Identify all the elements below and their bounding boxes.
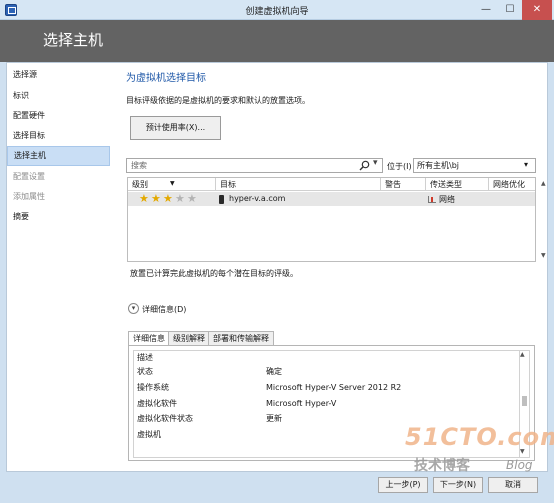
nav-item-add-properties: 添加属性: [13, 192, 45, 201]
detail-label-virtual-machines: 虚拟机: [137, 430, 161, 439]
collapse-chevron-icon[interactable]: ▾: [128, 303, 139, 314]
detail-label-os: 操作系统: [137, 383, 169, 392]
nav-item-configure-settings: 配置设置: [13, 172, 45, 181]
close-button[interactable]: ✕: [522, 0, 552, 20]
watermark-subtitle: 技术博客: [414, 458, 470, 474]
sort-descending-icon: ▼: [170, 180, 175, 187]
rating-status-text: 放置已计算完此虚拟机的每个潜在目标的评级。: [130, 269, 298, 278]
tab-details[interactable]: 详细信息: [128, 331, 170, 346]
clear-search-icon[interactable]: ▾: [373, 158, 378, 168]
host-group-select[interactable]: 所有主机\bj: [413, 158, 536, 173]
cell-transfer-type: 网络: [439, 195, 455, 204]
scroll-down-icon[interactable]: ▼: [541, 252, 546, 259]
watermark-logo: 51CTO.com: [405, 423, 554, 451]
detail-value-status: 确定: [266, 367, 282, 376]
nav-item-select-host[interactable]: 选择主机: [7, 146, 110, 166]
detail-value-virtualization-software: Microsoft Hyper-V: [266, 399, 337, 408]
detail-value-os: Microsoft Hyper-V Server 2012 R2: [266, 383, 402, 392]
nav-item-identity[interactable]: 标识: [7, 87, 110, 105]
window-title: 创建虚拟机向导: [245, 7, 309, 17]
section-description: 目标评级依据的是虚拟机的要求和默认的放置选项。: [126, 96, 310, 105]
scrollbar-thumb[interactable]: [522, 396, 527, 406]
search-placeholder: 搜索: [131, 161, 147, 170]
search-icon[interactable]: [359, 160, 370, 171]
star-icon: ★: [139, 192, 149, 205]
in-label: 位于(I): [387, 162, 412, 171]
detail-label-description: 描述: [137, 353, 153, 362]
chevron-down-icon[interactable]: ▾: [524, 160, 528, 169]
nav-item-select-destination[interactable]: 选择目标: [7, 127, 110, 145]
page-title: 选择主机: [43, 31, 104, 49]
network-icon: [428, 196, 436, 203]
detail-label-virtualization-software: 虚拟化软件: [137, 399, 177, 408]
maximize-button[interactable]: ☐: [498, 0, 522, 20]
star-icon: ★: [151, 192, 161, 205]
column-header-transfer-type[interactable]: 传送类型: [426, 178, 489, 191]
scroll-up-icon[interactable]: ▲: [541, 180, 546, 187]
section-title: 为虚拟机选择目标: [126, 73, 206, 84]
column-header-target[interactable]: 目标: [216, 178, 381, 191]
nav-item-summary[interactable]: 摘要: [7, 208, 110, 226]
detail-label-virtualization-status: 虚拟化软件状态: [137, 414, 193, 423]
server-icon: [219, 195, 224, 204]
detail-value-virtualization-status: 更新: [266, 414, 282, 423]
wizard-header: 选择主机: [0, 20, 554, 62]
star-icon: ★: [175, 192, 185, 205]
scroll-up-icon[interactable]: ▲: [520, 351, 525, 358]
search-input[interactable]: [126, 158, 383, 173]
details-toggle[interactable]: 详细信息(D): [142, 304, 186, 315]
tab-deployment-transfer-explanation[interactable]: 部署和传输解释: [208, 331, 274, 345]
cell-target-host: hyper-v.a.com: [229, 194, 286, 203]
column-header-warning[interactable]: 警告: [381, 178, 426, 191]
cancel-button[interactable]: 取消: [488, 477, 538, 493]
star-icon: ★: [163, 192, 173, 205]
tab-rating-explanation[interactable]: 级别解释: [168, 331, 210, 345]
minimize-button[interactable]: —: [474, 0, 498, 20]
star-icon: ★: [187, 192, 197, 205]
estimate-usage-button[interactable]: 预计使用率(X)...: [130, 116, 221, 140]
detail-label-status: 状态: [137, 367, 153, 376]
previous-button[interactable]: 上一步(P): [378, 477, 428, 493]
nav-item-select-source[interactable]: 选择源: [7, 66, 110, 84]
watermark-blog: Blog: [506, 458, 533, 472]
next-button[interactable]: 下一步(N): [433, 477, 483, 493]
column-header-network-optimization[interactable]: 网络优化: [489, 178, 535, 191]
nav-item-configure-hardware[interactable]: 配置硬件: [7, 107, 110, 125]
